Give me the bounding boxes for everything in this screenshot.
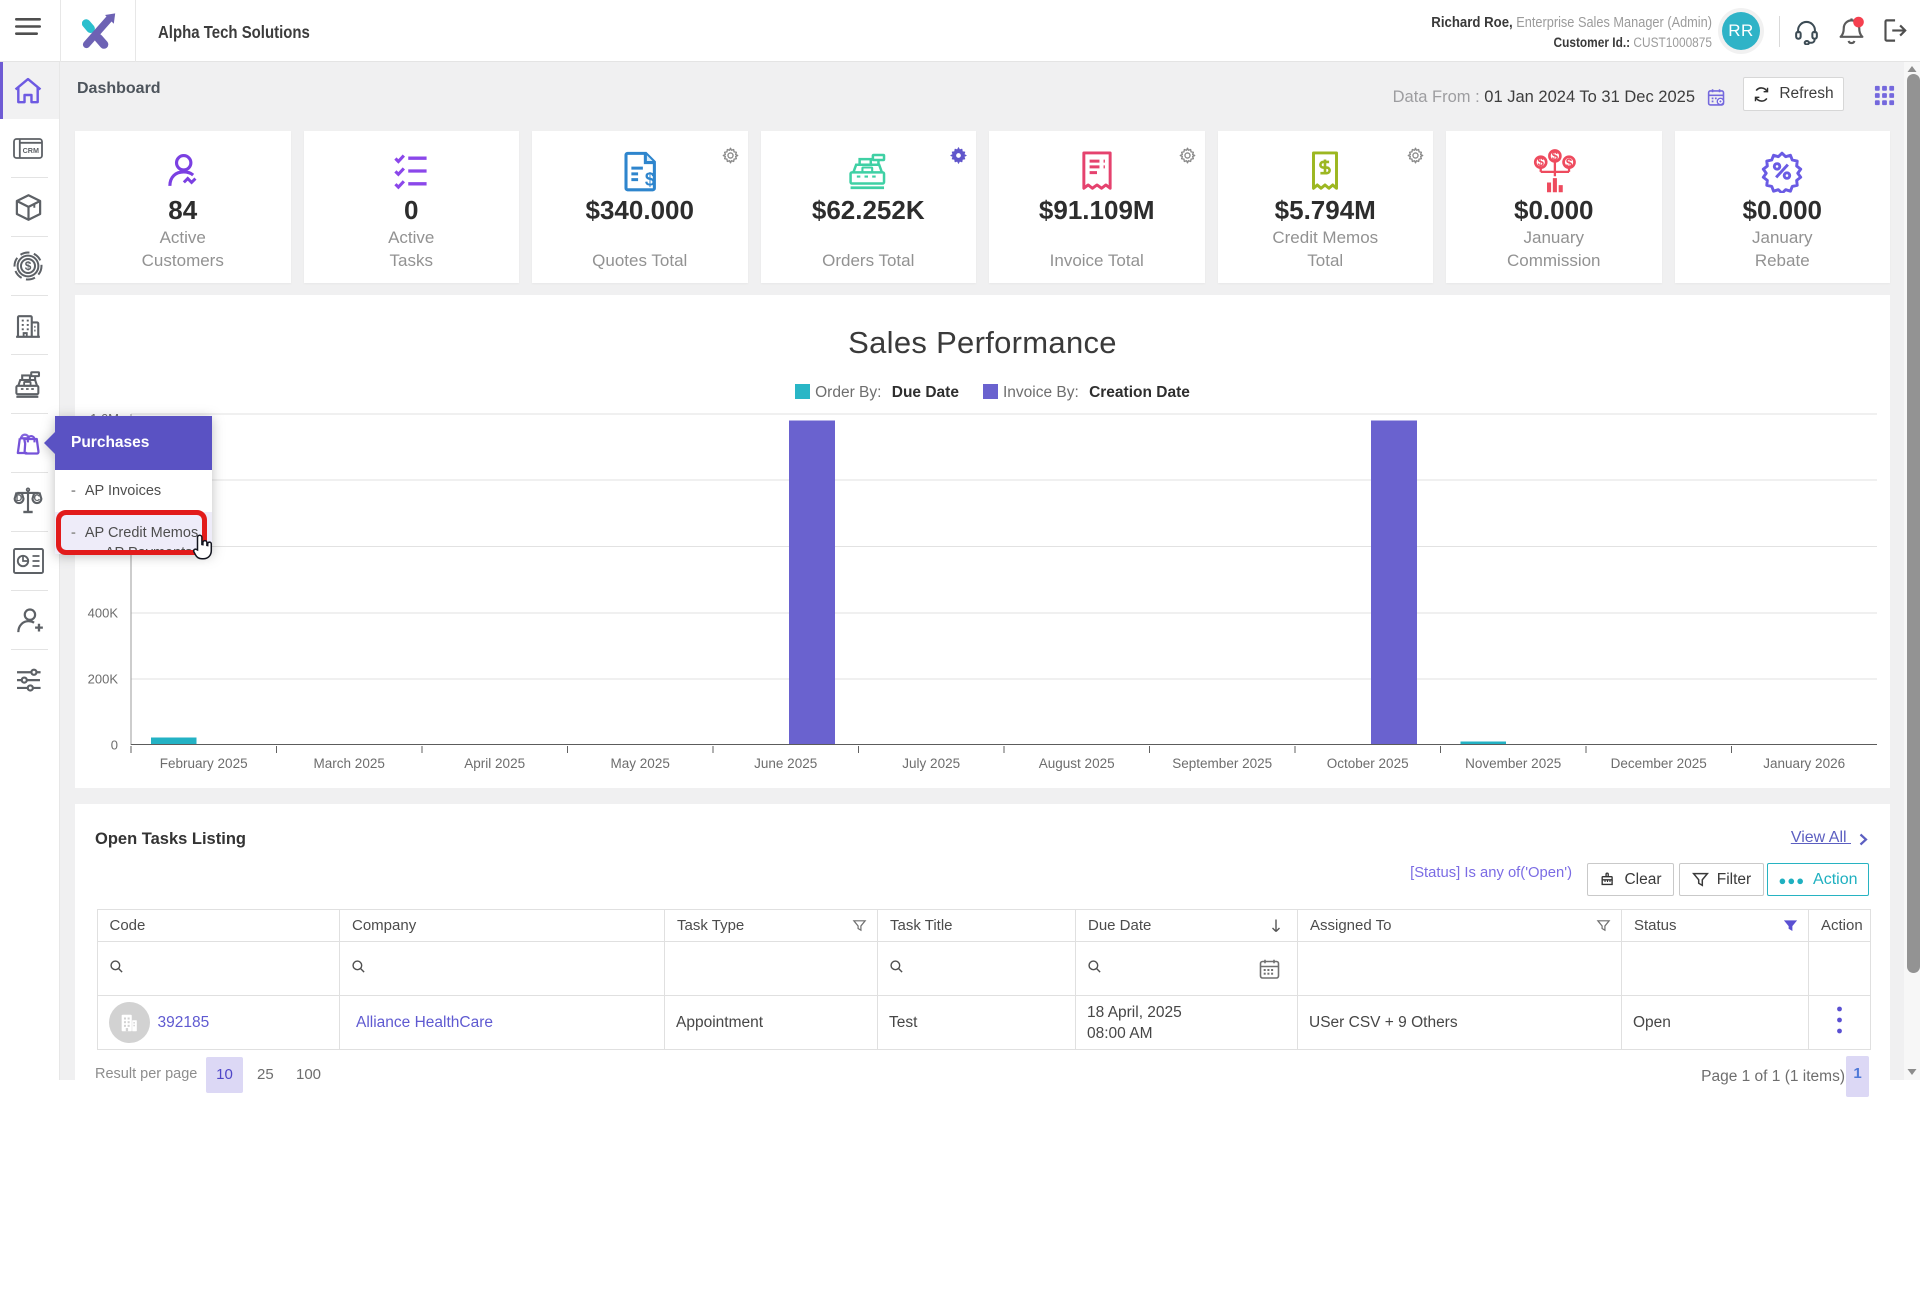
svg-text:$: $ [645,170,655,190]
svg-text:August 2025: August 2025 [1039,756,1115,771]
svg-text:400K: 400K [88,606,119,621]
svg-text:C: C [34,493,41,503]
svg-text:D: D [16,493,23,503]
svg-text:0: 0 [111,738,118,753]
svg-text:October 2025: October 2025 [1327,756,1409,771]
svg-text:$: $ [1566,158,1573,170]
svg-text:April 2025: April 2025 [464,756,525,771]
svg-text:$: $ [25,259,32,273]
svg-text:February 2025: February 2025 [160,756,248,771]
svg-text:$: $ [1537,157,1544,169]
svg-text:December 2025: December 2025 [1611,756,1707,771]
svg-text:CRM: CRM [23,145,39,154]
svg-text:July 2025: July 2025 [902,756,960,771]
svg-text:January 2026: January 2026 [1763,756,1845,771]
svg-text:$: $ [1551,151,1558,163]
svg-text:November 2025: November 2025 [1465,756,1561,771]
svg-text:June 2025: June 2025 [754,756,817,771]
svg-text:March 2025: March 2025 [314,756,385,771]
svg-text:May 2025: May 2025 [611,756,670,771]
svg-text:200K: 200K [88,672,119,687]
svg-text:September 2025: September 2025 [1172,756,1272,771]
